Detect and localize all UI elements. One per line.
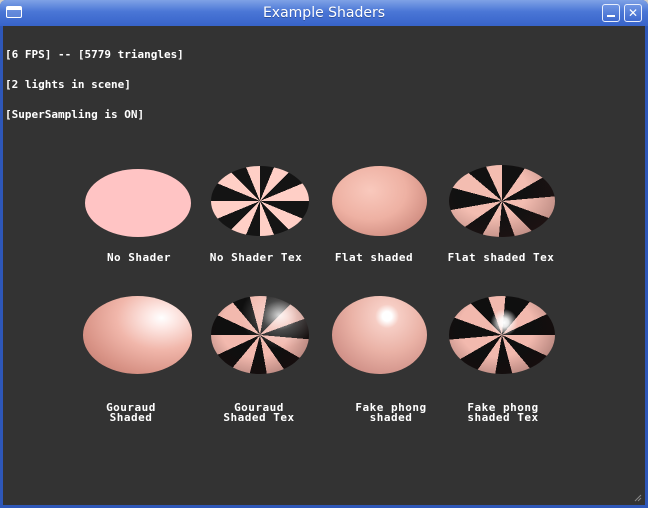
render-viewport[interactable]: [6 FPS] -- [5779 triangles] [2 lights in… bbox=[3, 26, 645, 505]
close-icon: ✕ bbox=[627, 6, 639, 20]
title-bar[interactable]: Example Shaders ✕ bbox=[0, 0, 648, 26]
label-line: Flat shaded bbox=[334, 251, 414, 264]
fps-readout: [6 FPS] -- [5779 triangles] bbox=[5, 48, 184, 61]
app-window: Example Shaders ✕ [6 FPS] -- [5779 trian… bbox=[0, 0, 648, 508]
sphere-no-shader-tex bbox=[211, 166, 309, 236]
label-line: Shaded bbox=[109, 411, 153, 424]
label-fake-phong-tex: Fake phong shaded Tex bbox=[433, 402, 573, 424]
stats-overlay: [6 FPS] -- [5779 triangles] [2 lights in… bbox=[5, 30, 184, 140]
label-gouraud: Gouraud Shaded bbox=[61, 402, 201, 424]
label-line: Shaded Tex bbox=[223, 411, 295, 424]
window-title: Example Shaders bbox=[262, 5, 386, 21]
sphere-flat-shaded-tex bbox=[449, 165, 555, 237]
sphere-fake-phong-tex bbox=[449, 296, 555, 374]
label-line: shaded Tex bbox=[467, 411, 539, 424]
lights-readout: [2 lights in scene] bbox=[5, 78, 131, 91]
resize-grip-icon[interactable] bbox=[634, 494, 642, 502]
label-flat-shaded: Flat shaded bbox=[304, 251, 444, 264]
sphere-fake-phong bbox=[332, 296, 427, 374]
supersampling-readout: [SuperSampling is ON] bbox=[5, 108, 145, 121]
label-flat-shaded-tex: Flat shaded Tex bbox=[431, 251, 571, 264]
sphere-flat-shaded bbox=[332, 166, 427, 236]
sphere-gouraud bbox=[83, 296, 192, 374]
minimize-button[interactable] bbox=[602, 4, 620, 22]
label-line: Flat shaded Tex bbox=[447, 251, 555, 264]
close-button[interactable]: ✕ bbox=[624, 4, 642, 22]
sphere-gouraud-tex bbox=[211, 296, 309, 374]
minimize-icon bbox=[607, 15, 615, 17]
sphere-no-shader bbox=[85, 169, 191, 237]
label-gouraud-tex: Gouraud Shaded Tex bbox=[189, 402, 329, 424]
